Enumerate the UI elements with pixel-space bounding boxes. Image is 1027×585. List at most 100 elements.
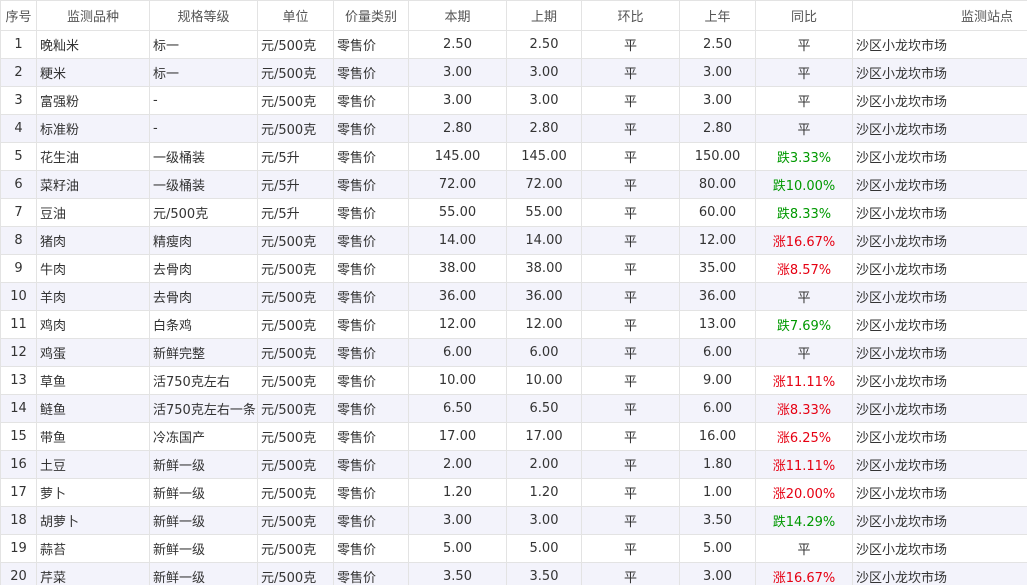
cell-mom: 平	[581, 30, 680, 59]
cell-mom: 平	[581, 394, 680, 423]
table-header-row: 序号 监测品种 规格等级 单位 价量类别 本期 上期 环比 上年 同比 监测站点	[0, 0, 1027, 31]
cell-index: 1	[0, 30, 37, 59]
cell-unit: 元/500克	[257, 506, 334, 535]
cell-unit: 元/500克	[257, 310, 334, 339]
cell-unit: 元/5升	[257, 142, 334, 171]
cell-item: 牛肉	[36, 254, 150, 283]
cell-unit: 元/5升	[257, 198, 334, 227]
cell-index: 7	[0, 198, 37, 227]
cell-station: 沙区小龙坎市场	[852, 86, 1027, 115]
cell-spec: -	[149, 86, 258, 115]
cell-item: 鸡肉	[36, 310, 150, 339]
cell-spec: 精瘦肉	[149, 226, 258, 255]
cell-mom: 平	[581, 310, 680, 339]
table-row: 6 菜籽油 一级桶装 元/5升 零售价 72.00 72.00 平 80.00 跌10.00% 沙区…	[0, 170, 1027, 199]
header-station: 监测站点	[852, 0, 1027, 31]
cell-index: 20	[0, 562, 37, 585]
cell-price-type: 零售价	[333, 478, 409, 507]
header-last-year: 上年	[679, 0, 756, 31]
cell-last-year: 1.00	[679, 478, 756, 507]
cell-mom: 平	[581, 366, 680, 395]
cell-previous: 3.50	[506, 562, 582, 585]
cell-previous: 2.50	[506, 30, 582, 59]
cell-item: 萝卜	[36, 478, 150, 507]
cell-mom: 平	[581, 338, 680, 367]
cell-station: 沙区小龙坎市场	[852, 534, 1027, 563]
cell-station: 沙区小龙坎市场	[852, 282, 1027, 311]
cell-station: 沙区小龙坎市场	[852, 58, 1027, 87]
cell-price-type: 零售价	[333, 338, 409, 367]
table-row: 15 带鱼 冷冻国产 元/500克 零售价 17.00 17.00 平 16.00 涨6.25% 沙…	[0, 422, 1027, 451]
cell-unit: 元/500克	[257, 226, 334, 255]
table-row: 17 萝卜 新鲜一级 元/500克 零售价 1.20 1.20 平 1.00 涨20.00% 沙区小…	[0, 478, 1027, 507]
cell-unit: 元/500克	[257, 394, 334, 423]
cell-last-year: 3.00	[679, 58, 756, 87]
header-item: 监测品种	[36, 0, 150, 31]
cell-price-type: 零售价	[333, 30, 409, 59]
header-mom: 环比	[581, 0, 680, 31]
cell-station: 沙区小龙坎市场	[852, 30, 1027, 59]
cell-price-type: 零售价	[333, 58, 409, 87]
cell-last-year: 80.00	[679, 170, 756, 199]
cell-item: 猪肉	[36, 226, 150, 255]
cell-unit: 元/500克	[257, 58, 334, 87]
cell-yoy: 平	[755, 534, 853, 563]
table-row: 7 豆油 元/500克 元/5升 零售价 55.00 55.00 平 60.00 跌8.33% 沙区…	[0, 198, 1027, 227]
header-previous-period: 上期	[506, 0, 582, 31]
cell-spec: 新鲜一级	[149, 562, 258, 585]
cell-spec: 活750克左右	[149, 366, 258, 395]
cell-current: 10.00	[408, 366, 507, 395]
cell-index: 5	[0, 142, 37, 171]
cell-item: 芹菜	[36, 562, 150, 585]
cell-yoy: 平	[755, 58, 853, 87]
cell-previous: 36.00	[506, 282, 582, 311]
cell-item: 粳米	[36, 58, 150, 87]
header-current-period: 本期	[408, 0, 507, 31]
cell-unit: 元/500克	[257, 534, 334, 563]
cell-current: 1.20	[408, 478, 507, 507]
cell-current: 3.00	[408, 506, 507, 535]
cell-yoy: 涨6.25%	[755, 422, 853, 451]
cell-last-year: 13.00	[679, 310, 756, 339]
cell-item: 菜籽油	[36, 170, 150, 199]
cell-current: 14.00	[408, 226, 507, 255]
cell-previous: 10.00	[506, 366, 582, 395]
cell-station: 沙区小龙坎市场	[852, 254, 1027, 283]
cell-index: 19	[0, 534, 37, 563]
cell-unit: 元/500克	[257, 366, 334, 395]
cell-unit: 元/500克	[257, 30, 334, 59]
table-row: 16 土豆 新鲜一级 元/500克 零售价 2.00 2.00 平 1.80 涨11.11% 沙区小…	[0, 450, 1027, 479]
table-row: 2 粳米 标一 元/500克 零售价 3.00 3.00 平 3.00 平沙区小龙坎市场	[0, 58, 1027, 87]
cell-unit: 元/500克	[257, 562, 334, 585]
cell-unit: 元/500克	[257, 86, 334, 115]
cell-station: 沙区小龙坎市场	[852, 114, 1027, 143]
table-row: 12 鸡蛋 新鲜完整 元/500克 零售价 6.00 6.00 平 6.00 平沙区小龙坎市场	[0, 338, 1027, 367]
cell-spec: 去骨肉	[149, 282, 258, 311]
cell-yoy: 跌3.33%	[755, 142, 853, 171]
cell-current: 72.00	[408, 170, 507, 199]
cell-index: 6	[0, 170, 37, 199]
cell-current: 12.00	[408, 310, 507, 339]
cell-mom: 平	[581, 562, 680, 585]
cell-current: 3.00	[408, 58, 507, 87]
cell-price-type: 零售价	[333, 562, 409, 585]
cell-index: 3	[0, 86, 37, 115]
cell-price-type: 零售价	[333, 142, 409, 171]
cell-last-year: 1.80	[679, 450, 756, 479]
cell-mom: 平	[581, 478, 680, 507]
cell-item: 豆油	[36, 198, 150, 227]
cell-item: 花生油	[36, 142, 150, 171]
cell-index: 11	[0, 310, 37, 339]
cell-station: 沙区小龙坎市场	[852, 366, 1027, 395]
cell-index: 4	[0, 114, 37, 143]
cell-last-year: 35.00	[679, 254, 756, 283]
cell-previous: 145.00	[506, 142, 582, 171]
cell-price-type: 零售价	[333, 450, 409, 479]
cell-previous: 5.00	[506, 534, 582, 563]
cell-previous: 12.00	[506, 310, 582, 339]
cell-yoy: 涨8.33%	[755, 394, 853, 423]
cell-station: 沙区小龙坎市场	[852, 422, 1027, 451]
cell-item: 标准粉	[36, 114, 150, 143]
cell-yoy: 涨11.11%	[755, 450, 853, 479]
cell-last-year: 6.00	[679, 394, 756, 423]
